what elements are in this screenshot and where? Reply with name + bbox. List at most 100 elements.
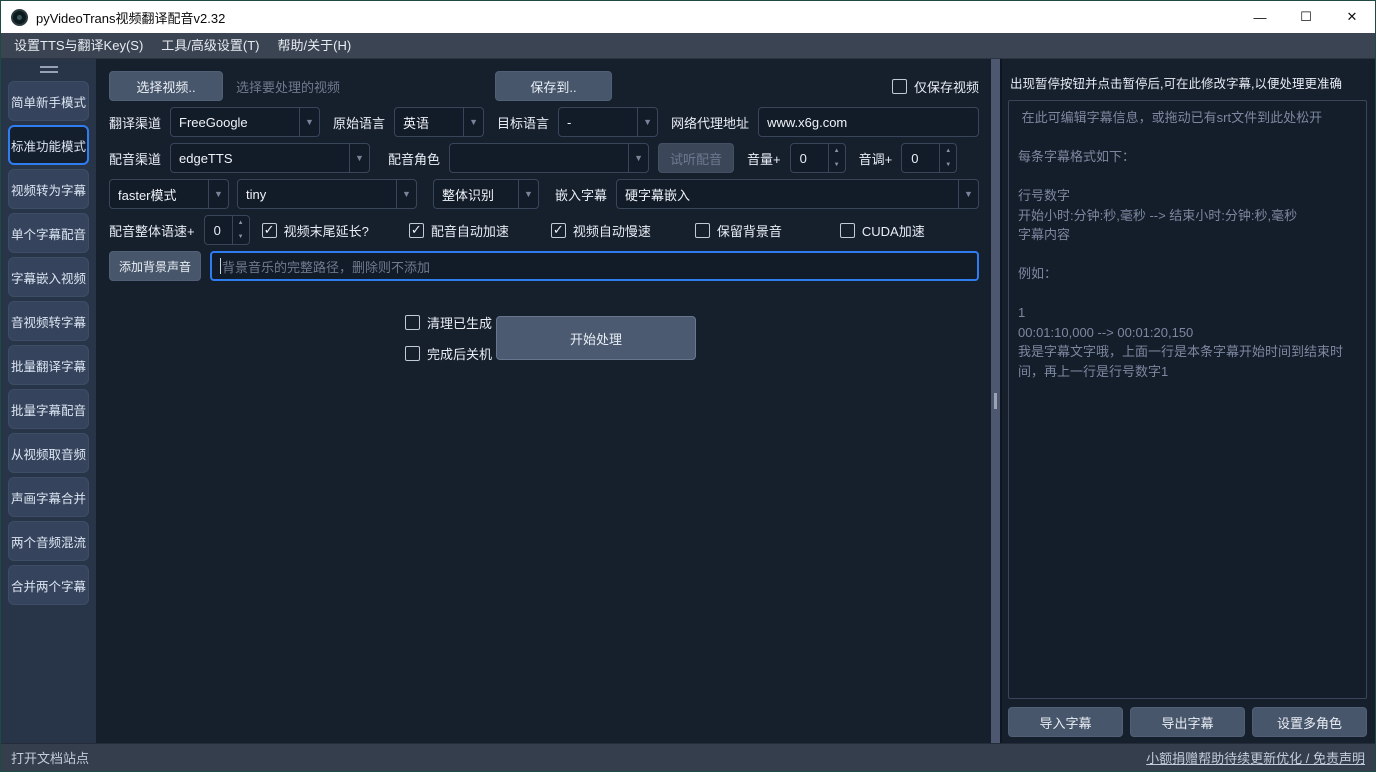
checkbox-icon[interactable] bbox=[262, 223, 277, 238]
target-lang-label: 目标语言 bbox=[497, 113, 549, 132]
dubbing-channel-select[interactable]: edgeTTS ▼ bbox=[170, 143, 370, 173]
chevron-down-icon[interactable]: ▼ bbox=[463, 108, 483, 136]
shutdown-after-checkbox[interactable]: 完成后关机 bbox=[405, 344, 492, 363]
checkbox-icon[interactable] bbox=[840, 223, 855, 238]
dubbing-row: 配音渠道 edgeTTS ▼ 配音角色 ▼ 试听配音 音量+ 0 ▲▼ 音调+ bbox=[109, 143, 985, 173]
keep-background-audio-checkbox[interactable]: 保留背景音 bbox=[695, 221, 782, 240]
translate-channel-select[interactable]: FreeGoogle ▼ bbox=[170, 107, 320, 137]
panel-splitter[interactable] bbox=[991, 59, 1000, 743]
sidebar-item-batch-translate[interactable]: 批量翻译字幕 bbox=[8, 345, 89, 385]
pitch-spinner[interactable]: 0 ▲▼ bbox=[901, 143, 957, 173]
translate-row: 翻译渠道 FreeGoogle ▼ 原始语言 英语 ▼ 目标语言 - ▼ 网络代… bbox=[109, 107, 985, 137]
sidebar-item-embed-subtitle[interactable]: 字幕嵌入视频 bbox=[8, 257, 89, 297]
menu-tools-settings[interactable]: 工具/高级设置(T) bbox=[152, 33, 268, 59]
splitter-grip-icon bbox=[994, 393, 997, 409]
sidebar-drag-handle[interactable] bbox=[40, 66, 58, 73]
dub-auto-speedup-checkbox[interactable]: 配音自动加速 bbox=[409, 221, 509, 240]
spinner-arrows-icon[interactable]: ▲▼ bbox=[939, 144, 956, 172]
donate-disclaimer-link[interactable]: 小额捐赠帮助待续更新优化 / 免责声明 bbox=[1146, 748, 1365, 767]
proxy-label: 网络代理地址 bbox=[671, 113, 749, 132]
start-checkboxes: 清理已生成 完成后关机 bbox=[405, 313, 492, 363]
main-panel: 选择视频.. 选择要处理的视频 保存到.. 仅保存视频 翻译渠道 FreeGoo… bbox=[96, 59, 989, 743]
menu-help-about[interactable]: 帮助/关于(H) bbox=[269, 33, 361, 59]
volume-label: 音量+ bbox=[747, 149, 781, 168]
maximize-icon[interactable]: ☐ bbox=[1283, 1, 1329, 33]
source-lang-select[interactable]: 英语 ▼ bbox=[394, 107, 484, 137]
split-mode-select[interactable]: 整体识别 ▼ bbox=[433, 179, 539, 209]
open-docs-link[interactable]: 打开文档站点 bbox=[11, 748, 89, 767]
text-caret bbox=[220, 258, 221, 274]
subtitle-editor[interactable]: 在此可编辑字幕信息，或拖动已有srt文件到此处松开 每条字幕格式如下： 行号数字… bbox=[1008, 100, 1367, 699]
rate-spinner[interactable]: 0 ▲▼ bbox=[204, 215, 250, 245]
content-area: 简单新手模式 标准功能模式 视频转为字幕 单个字幕配音 字幕嵌入视频 音视频转字… bbox=[1, 59, 1375, 743]
close-icon[interactable]: ✕ bbox=[1329, 1, 1375, 33]
window-controls: — ☐ ✕ bbox=[1237, 1, 1375, 33]
menu-tts-key[interactable]: 设置TTS与翻译Key(S) bbox=[5, 33, 152, 59]
chevron-down-icon[interactable]: ▼ bbox=[349, 144, 369, 172]
menu-bar: 设置TTS与翻译Key(S) 工具/高级设置(T) 帮助/关于(H) bbox=[1, 33, 1375, 59]
volume-spinner[interactable]: 0 ▲▼ bbox=[790, 143, 846, 173]
checkbox-icon[interactable] bbox=[405, 315, 420, 330]
model-mode-select[interactable]: faster模式 ▼ bbox=[109, 179, 229, 209]
proxy-input[interactable]: www.x6g.com bbox=[758, 107, 979, 137]
bgm-path-input[interactable]: 背景音乐的完整路径，删除则不添加 bbox=[210, 251, 979, 281]
checkbox-icon[interactable] bbox=[892, 79, 907, 94]
video-auto-slowdown-checkbox[interactable]: 视频自动慢速 bbox=[551, 221, 651, 240]
chevron-down-icon[interactable]: ▼ bbox=[299, 108, 319, 136]
sidebar-item-extract-audio[interactable]: 从视频取音频 bbox=[8, 433, 89, 473]
video-hint: 选择要处理的视频 bbox=[236, 77, 340, 96]
checkbox-icon[interactable] bbox=[551, 223, 566, 238]
sidebar-item-standard-mode[interactable]: 标准功能模式 bbox=[8, 125, 89, 165]
video-tail-extend-checkbox[interactable]: 视频末尾延长? bbox=[262, 221, 369, 240]
spinner-arrows-icon[interactable]: ▲▼ bbox=[232, 216, 249, 244]
start-row: 清理已生成 完成后关机 开始处理 bbox=[405, 313, 985, 363]
source-lang-label: 原始语言 bbox=[333, 113, 385, 132]
embed-subtitle-label: 嵌入字幕 bbox=[555, 185, 607, 204]
start-processing-button[interactable]: 开始处理 bbox=[496, 316, 696, 360]
chevron-down-icon[interactable]: ▼ bbox=[208, 180, 228, 208]
pitch-label: 音调+ bbox=[859, 149, 893, 168]
sidebar-item-simple-mode[interactable]: 简单新手模式 bbox=[8, 81, 89, 121]
title-bar: pyVideoTrans视频翻译配音v2.32 — ☐ ✕ bbox=[1, 1, 1375, 33]
sidebar-item-audio-to-subtitle[interactable]: 音视频转字幕 bbox=[8, 301, 89, 341]
chevron-down-icon[interactable]: ▼ bbox=[628, 144, 648, 172]
chevron-down-icon[interactable]: ▼ bbox=[396, 180, 416, 208]
set-multi-role-button[interactable]: 设置多角色 bbox=[1252, 707, 1367, 737]
checkbox-icon[interactable] bbox=[409, 223, 424, 238]
dubbing-role-label: 配音角色 bbox=[388, 149, 440, 168]
bgm-row: 添加背景声音 背景音乐的完整路径，删除则不添加 bbox=[109, 251, 985, 281]
sidebar-item-merge-subtitles[interactable]: 合并两个字幕 bbox=[8, 565, 89, 605]
sidebar-item-merge-av-subtitle[interactable]: 声画字幕合并 bbox=[8, 477, 89, 517]
sidebar-item-video-to-subtitle[interactable]: 视频转为字幕 bbox=[8, 169, 89, 209]
app-icon bbox=[11, 9, 28, 26]
subtitle-panel-buttons: 导入字幕 导出字幕 设置多角色 bbox=[1008, 707, 1367, 737]
sidebar-item-single-subtitle-dub[interactable]: 单个字幕配音 bbox=[8, 213, 89, 253]
model-size-select[interactable]: tiny ▼ bbox=[237, 179, 417, 209]
translate-channel-label: 翻译渠道 bbox=[109, 113, 161, 132]
checkbox-icon[interactable] bbox=[695, 223, 710, 238]
embed-subtitle-select[interactable]: 硬字幕嵌入 ▼ bbox=[616, 179, 979, 209]
dubbing-role-select[interactable]: ▼ bbox=[449, 143, 649, 173]
chevron-down-icon[interactable]: ▼ bbox=[518, 180, 538, 208]
sidebar-item-mix-audio[interactable]: 两个音频混流 bbox=[8, 521, 89, 561]
chevron-down-icon[interactable]: ▼ bbox=[637, 108, 657, 136]
save-to-button[interactable]: 保存到.. bbox=[495, 71, 612, 101]
options-row: 配音整体语速+ 0 ▲▼ 视频末尾延长? 配音自动加速 视频自动慢速 bbox=[109, 215, 985, 245]
sidebar-item-batch-dub[interactable]: 批量字幕配音 bbox=[8, 389, 89, 429]
spinner-arrows-icon[interactable]: ▲▼ bbox=[828, 144, 845, 172]
minimize-icon[interactable]: — bbox=[1237, 1, 1283, 33]
target-lang-select[interactable]: - ▼ bbox=[558, 107, 658, 137]
clean-generated-checkbox[interactable]: 清理已生成 bbox=[405, 313, 492, 332]
checkbox-icon[interactable] bbox=[405, 346, 420, 361]
import-subtitle-button[interactable]: 导入字幕 bbox=[1008, 707, 1123, 737]
add-bgm-button[interactable]: 添加背景声音 bbox=[109, 251, 201, 281]
export-subtitle-button[interactable]: 导出字幕 bbox=[1130, 707, 1245, 737]
listen-dubbing-button[interactable]: 试听配音 bbox=[658, 143, 734, 173]
subtitle-panel: 出现暂停按钮并点击暂停后,可在此修改字幕,以便处理更准确 在此可编辑字幕信息，或… bbox=[1002, 59, 1375, 743]
chevron-down-icon[interactable]: ▼ bbox=[958, 180, 978, 208]
select-video-button[interactable]: 选择视频.. bbox=[109, 71, 223, 101]
save-only-video-checkbox[interactable]: 仅保存视频 bbox=[892, 77, 979, 96]
cuda-accel-checkbox[interactable]: CUDA加速 bbox=[840, 221, 925, 240]
subtitle-panel-header: 出现暂停按钮并点击暂停后,可在此修改字幕,以便处理更准确 bbox=[1010, 73, 1367, 92]
window-title: pyVideoTrans视频翻译配音v2.32 bbox=[36, 8, 225, 27]
